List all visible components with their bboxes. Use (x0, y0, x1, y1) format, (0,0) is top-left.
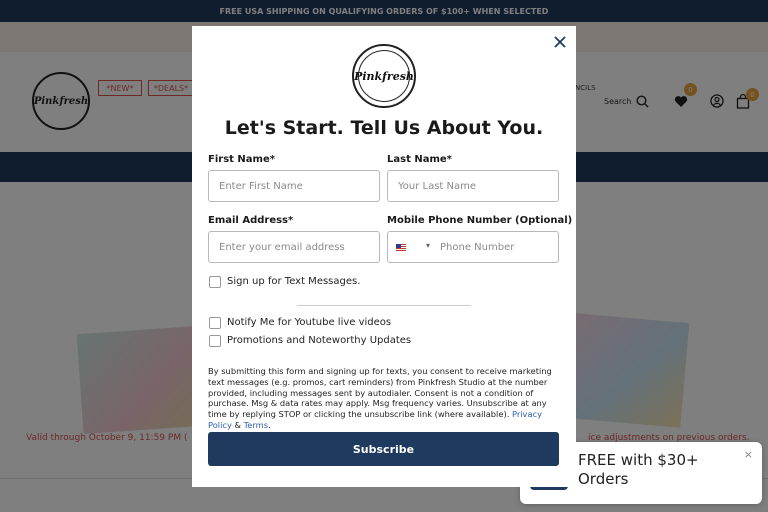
last-name-label: Last Name* (387, 154, 452, 165)
last-name-field[interactable] (387, 170, 559, 202)
first-name-label: First Name* (208, 154, 275, 165)
phone-field[interactable] (434, 233, 554, 261)
promotions-checkbox[interactable] (209, 335, 221, 347)
youtube-checkbox[interactable] (209, 317, 221, 329)
phone-field-wrapper: ▾ (387, 231, 559, 263)
toast-text: FREE with $30+ Orders (578, 451, 699, 488)
modal-logo-text: Pinkfresh (354, 69, 414, 83)
email-field[interactable] (208, 231, 380, 263)
close-icon[interactable] (553, 34, 567, 48)
youtube-label[interactable]: Notify Me for Youtube live videos (227, 317, 391, 328)
form-separator (297, 305, 471, 306)
email-label: Email Address* (208, 215, 294, 226)
toast-close-icon[interactable]: × (744, 448, 753, 461)
first-name-field[interactable] (208, 170, 380, 202)
terms-link[interactable]: Terms (244, 420, 268, 430)
consent-period: . (268, 419, 271, 430)
modal-title: Let's Start. Tell Us About You. (224, 117, 544, 139)
consent-text: By submitting this form and signing up f… (208, 366, 552, 420)
consent-disclaimer: By submitting this form and signing up f… (208, 366, 560, 431)
promotions-label[interactable]: Promotions and Noteworthy Updates (227, 335, 411, 346)
phone-label: Mobile Phone Number (Optional) (387, 215, 573, 226)
subscribe-button[interactable]: Subscribe (208, 432, 559, 466)
us-flag-icon[interactable] (396, 244, 406, 251)
text-signup-label[interactable]: Sign up for Text Messages. (227, 276, 360, 287)
consent-amp: & (234, 419, 241, 430)
text-signup-checkbox[interactable] (209, 276, 221, 288)
modal-logo: Pinkfresh (352, 44, 416, 108)
country-dropdown-caret-icon[interactable]: ▾ (426, 241, 430, 250)
